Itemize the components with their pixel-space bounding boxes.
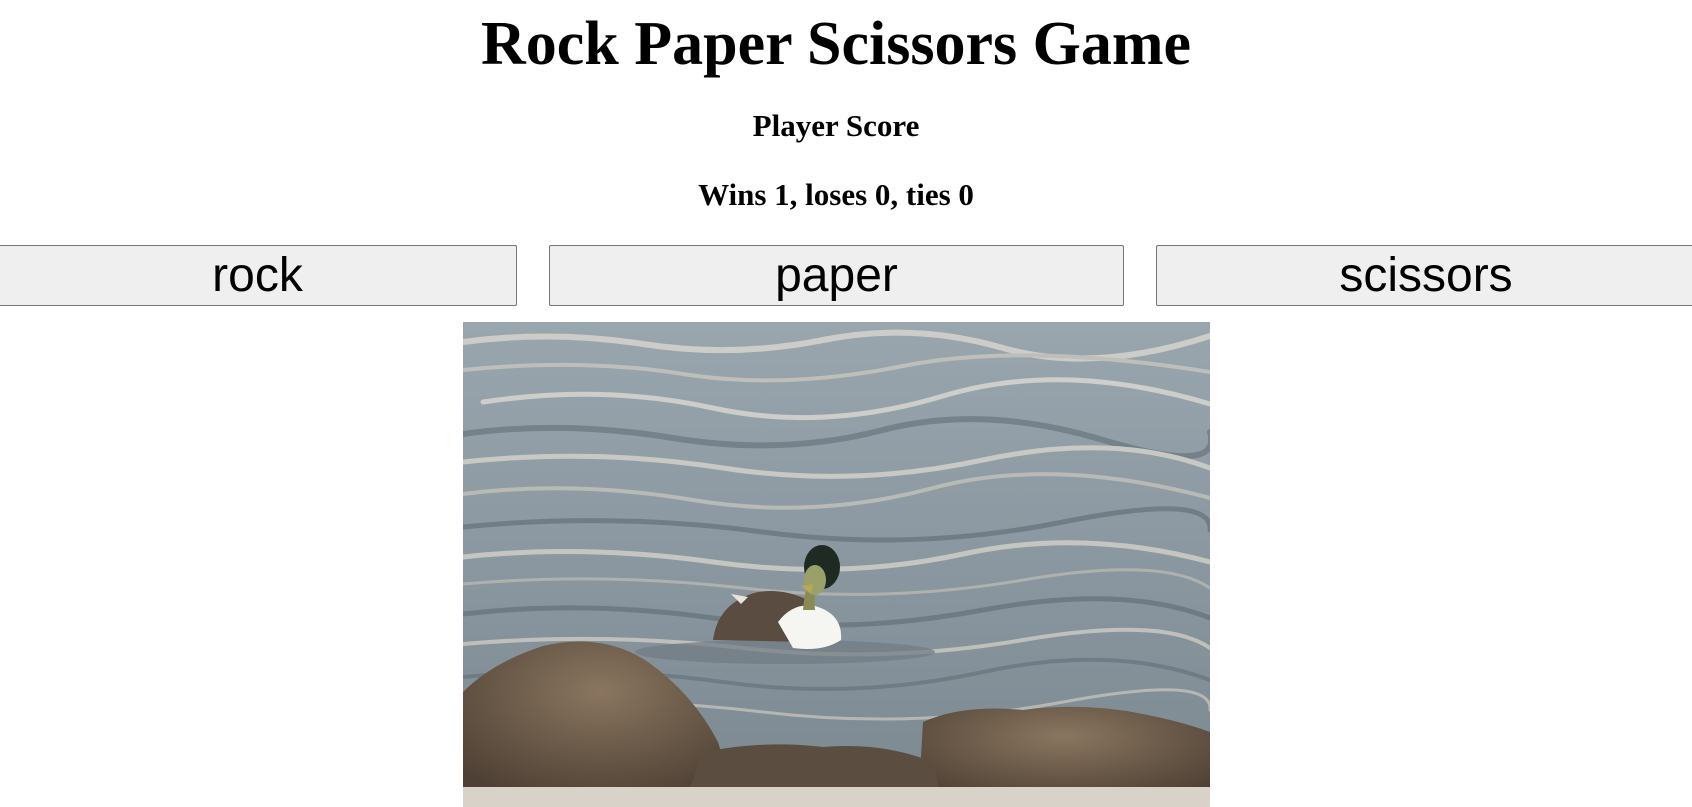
sand-strip <box>463 787 1210 807</box>
rock-button[interactable]: rock <box>0 245 517 306</box>
duck-photo <box>463 322 1210 807</box>
paper-button[interactable]: paper <box>549 245 1124 306</box>
score-text: Wins 1, loses 0, ties 0 <box>698 177 974 212</box>
scissors-button[interactable]: scissors <box>1156 245 1692 306</box>
score-heading: Player Score <box>752 108 920 143</box>
page-title: Rock Paper Scissors Game <box>480 10 1192 78</box>
game-page: Rock Paper Scissors Game Player Score Wi… <box>0 0 1692 807</box>
